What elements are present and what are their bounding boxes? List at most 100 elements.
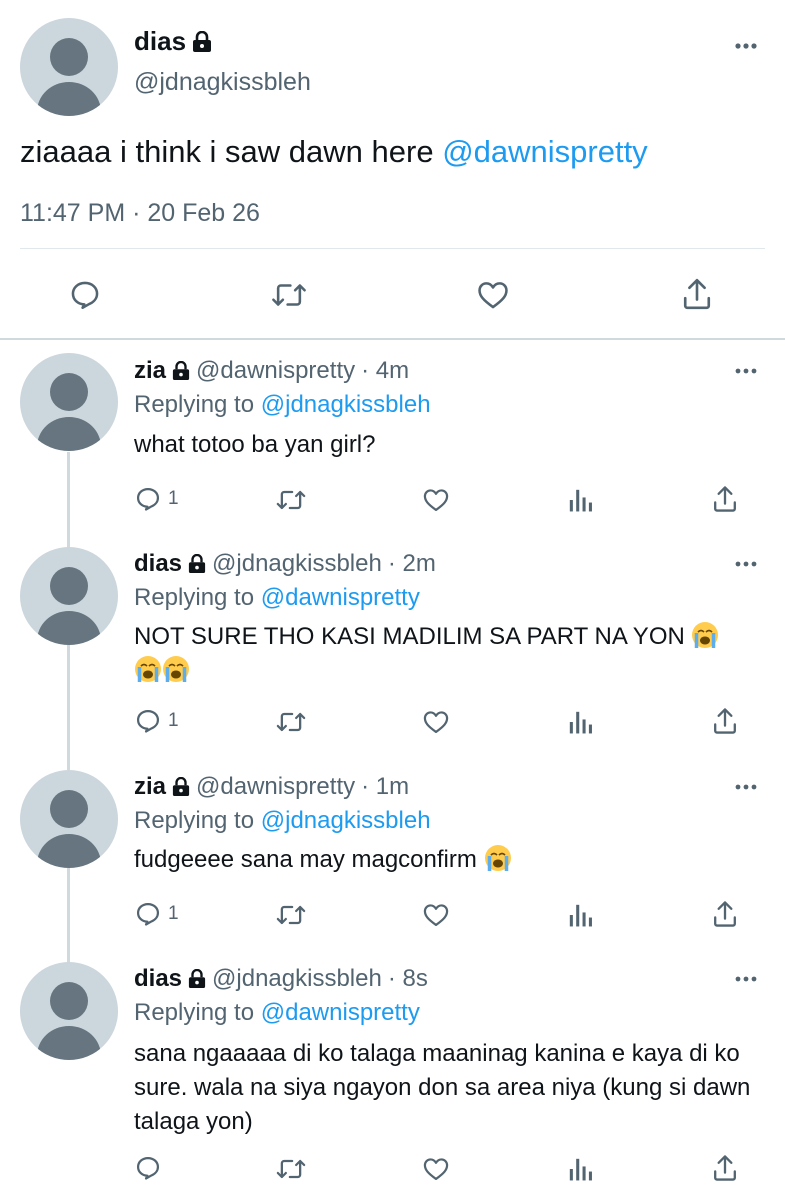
avatar-head (50, 373, 88, 411)
like-icon[interactable] (421, 708, 451, 736)
analytics-icon[interactable] (567, 1155, 593, 1183)
reply-time[interactable]: · 2m (388, 550, 436, 578)
replying-to-mention[interactable]: @dawnispretty (261, 584, 420, 611)
reply-icon[interactable] (134, 707, 162, 735)
reply-author-name[interactable]: dias (134, 965, 182, 993)
reply-text-body: sana ngaaaaa di ko talaga maaninag kanin… (134, 1040, 751, 1135)
replying-to-mention[interactable]: @jdnagkissbleh (261, 391, 431, 418)
avatar-body (37, 611, 101, 645)
more-options-icon[interactable] (734, 783, 758, 791)
retweet-icon[interactable] (275, 708, 307, 736)
replying-to-prefix: Replying to (134, 391, 261, 418)
share-icon[interactable] (711, 484, 739, 514)
like-icon[interactable] (475, 278, 511, 312)
divider (0, 338, 785, 340)
reply-text-body: what totoo ba yan girl? (134, 431, 376, 458)
avatar[interactable] (20, 547, 118, 645)
reply-time[interactable]: · 1m (361, 773, 409, 801)
reply-icon[interactable] (134, 1154, 162, 1182)
loudly-crying-emoji-icon (163, 656, 189, 682)
reply-text-body: fudgeeee sana may magconfirm (134, 846, 484, 873)
like-icon[interactable] (421, 1155, 451, 1183)
reply-icon[interactable] (134, 485, 162, 513)
replying-to: Replying to @dawnispretty (134, 999, 420, 1027)
replying-to-prefix: Replying to (134, 807, 261, 834)
lock-icon (172, 777, 190, 796)
more-options-icon[interactable] (734, 367, 758, 375)
like-icon[interactable] (421, 901, 451, 929)
reply-count: 1 (168, 488, 179, 509)
replying-to-prefix: Replying to (134, 999, 261, 1026)
reply-author-name[interactable]: dias (134, 550, 182, 578)
retweet-icon[interactable] (270, 278, 308, 312)
avatar[interactable] (20, 18, 118, 116)
reply-author-handle[interactable]: @dawnispretty (196, 773, 355, 801)
thread-line (67, 645, 70, 770)
tweet-text: ziaaaa i think i saw dawn here @dawnispr… (20, 134, 648, 170)
loudly-crying-emoji-icon (135, 656, 161, 682)
reply-author-handle[interactable]: @jdnagkissbleh (212, 965, 382, 993)
author-name[interactable]: dias (134, 26, 212, 57)
reply-icon[interactable] (134, 900, 162, 928)
avatar-body (37, 834, 101, 868)
reply-header: zia @dawnispretty · 4m (134, 357, 409, 385)
replying-to: Replying to @dawnispretty (134, 584, 420, 612)
share-icon[interactable] (680, 276, 714, 312)
retweet-icon[interactable] (275, 486, 307, 514)
thread-line (67, 452, 70, 552)
reply-text: what totoo ba yan girl? (134, 428, 754, 462)
retweet-icon[interactable] (275, 1155, 307, 1183)
analytics-icon[interactable] (567, 708, 593, 736)
lock-icon (172, 361, 190, 380)
avatar-head (50, 567, 88, 605)
lock-icon (188, 554, 206, 573)
reply-text-body: NOT SURE THO KASI MADILIM SA PART NA YON (134, 623, 692, 650)
reply-count: 1 (168, 903, 179, 924)
reply-author-handle[interactable]: @dawnispretty (196, 357, 355, 385)
replying-to-prefix: Replying to (134, 584, 261, 611)
loudly-crying-emoji-icon (484, 845, 511, 871)
avatar-body (37, 1026, 101, 1060)
retweet-icon[interactable] (275, 901, 307, 929)
avatar[interactable] (20, 962, 118, 1060)
reply-count: 1 (168, 710, 179, 731)
reply-header: dias @jdnagkissbleh · 2m (134, 550, 436, 578)
replying-to-mention[interactable]: @jdnagkissbleh (261, 807, 431, 834)
lock-icon (193, 30, 212, 52)
mention-link[interactable]: @dawnispretty (442, 134, 648, 169)
avatar[interactable] (20, 353, 118, 451)
reply-author-name[interactable]: zia (134, 357, 166, 385)
avatar-head (50, 982, 88, 1020)
analytics-icon[interactable] (567, 901, 593, 929)
author-handle[interactable]: @jdnagkissbleh (134, 68, 311, 97)
reply-time[interactable]: · 4m (361, 357, 409, 385)
thread-line (67, 868, 70, 963)
tweet-body: ziaaaa i think i saw dawn here (20, 134, 443, 169)
reply-text: sana ngaaaaa di ko talaga maaninag kanin… (134, 1037, 754, 1139)
like-icon[interactable] (421, 486, 451, 514)
reply-time[interactable]: · 8s (388, 965, 428, 993)
reply-text: fudgeeee sana may magconfirm (134, 843, 754, 877)
avatar-head (50, 790, 88, 828)
reply-icon[interactable] (68, 278, 102, 312)
more-options-icon[interactable] (734, 560, 758, 568)
timestamp[interactable]: 11:47 PM · 20 Feb 26 (20, 199, 260, 228)
more-options-icon[interactable] (734, 975, 758, 983)
author-name-text: dias (134, 26, 187, 56)
lock-icon (188, 969, 206, 988)
share-icon[interactable] (711, 706, 739, 736)
reply-author-handle[interactable]: @jdnagkissbleh (212, 550, 382, 578)
share-icon[interactable] (711, 899, 739, 929)
replying-to: Replying to @jdnagkissbleh (134, 807, 431, 835)
share-icon[interactable] (711, 1153, 739, 1183)
replying-to-mention[interactable]: @dawnispretty (261, 999, 420, 1026)
avatar-body (37, 417, 101, 451)
more-options-icon[interactable] (734, 42, 758, 50)
reply-header: zia @dawnispretty · 1m (134, 773, 409, 801)
reply-author-name[interactable]: zia (134, 773, 166, 801)
reply-text: NOT SURE THO KASI MADILIM SA PART NA YON (134, 620, 754, 688)
analytics-icon[interactable] (567, 486, 593, 514)
loudly-crying-emoji-icon (692, 622, 719, 648)
avatar-body (37, 82, 101, 116)
avatar[interactable] (20, 770, 118, 868)
